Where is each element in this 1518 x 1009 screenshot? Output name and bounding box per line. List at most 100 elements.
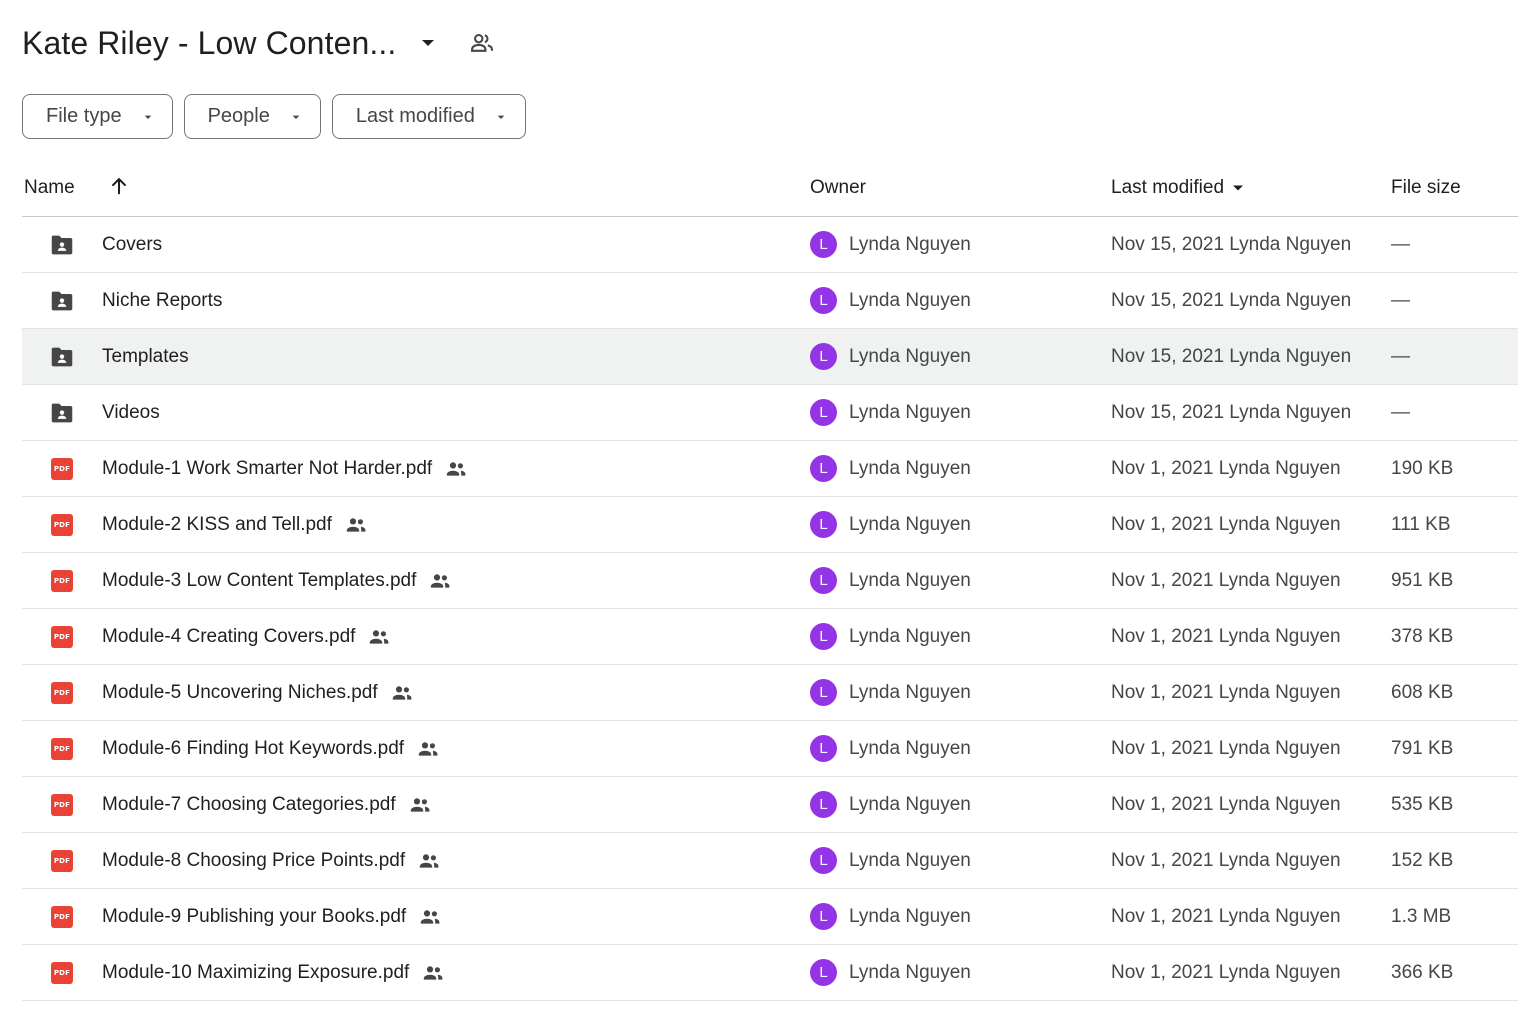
avatar[interactable]: L (810, 791, 837, 818)
file-row[interactable]: PDF Module-3 Low Content Templates.pdf L Ly… (22, 553, 1518, 609)
avatar[interactable]: L (810, 959, 837, 986)
avatar[interactable]: L (810, 847, 837, 874)
avatar[interactable]: L (810, 903, 837, 930)
avatar[interactable]: L (810, 455, 837, 482)
pdf-icon: PDF (48, 609, 76, 664)
avatar[interactable]: L (810, 231, 837, 258)
last-modified-cell: Nov 1, 2021 Lynda Nguyen (1111, 513, 1341, 535)
owner-name: Lynda Nguyen (849, 233, 971, 255)
column-header-last-modified[interactable]: Last modified (1111, 177, 1248, 199)
owner-cell: L Lynda Nguyen (810, 217, 971, 272)
pdf-icon: PDF (48, 553, 76, 608)
pdf-icon: PDF (48, 497, 76, 552)
owner-cell: L Lynda Nguyen (810, 609, 971, 664)
people-outline-icon[interactable] (468, 29, 496, 57)
shared-people-icon (428, 569, 452, 593)
column-header-file-size[interactable]: File size (1391, 177, 1461, 199)
last-modified-cell: Nov 1, 2021 Lynda Nguyen (1111, 961, 1341, 983)
owner-name: Lynda Nguyen (849, 961, 971, 983)
shared-folder-icon (48, 273, 76, 328)
last-modified-cell: Nov 1, 2021 Lynda Nguyen (1111, 625, 1341, 647)
file-row[interactable]: PDF Module-10 Maximizing Exposure.pdf L Lyn… (22, 945, 1518, 1001)
file-name: Covers (102, 233, 163, 255)
people-filter[interactable]: People (183, 94, 321, 139)
avatar[interactable]: L (810, 679, 837, 706)
avatar[interactable]: L (810, 511, 837, 538)
folder-title[interactable]: Kate Riley - Low Conten... (22, 25, 396, 62)
pdf-icon: PDF (48, 945, 76, 1000)
file-name: Module-3 Low Content Templates.pdf (102, 569, 417, 591)
filter-bar: File type People Last modified (22, 94, 537, 139)
shared-people-icon (408, 793, 432, 817)
file-name-cell[interactable]: Module-8 Choosing Price Points.pdf (102, 833, 441, 888)
pdf-icon: PDF (48, 665, 76, 720)
shared-folder-icon (48, 385, 76, 440)
shared-people-icon (421, 961, 445, 985)
file-size-cell: — (1391, 401, 1410, 423)
file-size-cell: 111 KB (1391, 513, 1451, 535)
pdf-icon: PDF (48, 721, 76, 776)
owner-name: Lynda Nguyen (849, 345, 971, 367)
file-name-cell[interactable]: Module-7 Choosing Categories.pdf (102, 777, 432, 832)
file-name-cell[interactable]: Module-9 Publishing your Books.pdf (102, 889, 442, 944)
avatar[interactable]: L (810, 399, 837, 426)
file-name-cell[interactable]: Niche Reports (102, 273, 222, 328)
folder-row[interactable]: Covers L Lynda Nguyen Nov 15, 2021 Lynda Ng… (22, 217, 1518, 273)
sort-ascending-icon[interactable] (108, 175, 130, 197)
folder-header: Kate Riley - Low Conten... (22, 18, 496, 68)
file-row[interactable]: PDF Module-1 Work Smarter Not Harder.pdf L… (22, 441, 1518, 497)
file-name-cell[interactable]: Covers (102, 217, 162, 272)
file-row[interactable]: PDF Module-4 Creating Covers.pdf L Lynda Ng… (22, 609, 1518, 665)
file-row[interactable]: PDF Module-5 Uncovering Niches.pdf L Lynda … (22, 665, 1518, 721)
file-name-cell[interactable]: Module-4 Creating Covers.pdf (102, 609, 391, 664)
arrow-drop-down-icon (1228, 178, 1248, 198)
file-name-cell[interactable]: Module-2 KISS and Tell.pdf (102, 497, 368, 552)
folder-row[interactable]: Templates L Lynda Nguyen Nov 15, 2021 Lynda… (22, 329, 1518, 385)
folder-row[interactable]: Videos L Lynda Nguyen Nov 15, 2021 Lynda Ng… (22, 385, 1518, 441)
file-type-filter[interactable]: File type (22, 94, 173, 139)
pdf-icon: PDF (48, 441, 76, 496)
file-size-cell: 608 KB (1391, 681, 1454, 703)
owner-cell: L Lynda Nguyen (810, 273, 971, 328)
file-name-cell[interactable]: Module-3 Low Content Templates.pdf (102, 553, 452, 608)
last-modified-filter[interactable]: Last modified (331, 94, 526, 139)
avatar[interactable]: L (810, 623, 837, 650)
last-modified-cell: Nov 1, 2021 Lynda Nguyen (1111, 457, 1341, 479)
last-modified-cell: Nov 15, 2021 Lynda Nguyen (1111, 345, 1352, 367)
folder-row[interactable]: Niche Reports L Lynda Nguyen Nov 15, 2021 L… (22, 273, 1518, 329)
owner-cell: L Lynda Nguyen (810, 329, 971, 384)
avatar[interactable]: L (810, 735, 837, 762)
avatar[interactable]: L (810, 287, 837, 314)
file-row[interactable]: PDF Module-9 Publishing your Books.pdf L Ly… (22, 889, 1518, 945)
avatar[interactable]: L (810, 343, 837, 370)
file-name-cell[interactable]: Module-1 Work Smarter Not Harder.pdf (102, 441, 468, 496)
owner-cell: L Lynda Nguyen (810, 721, 971, 776)
file-size-cell: — (1391, 345, 1410, 367)
file-name: Module-8 Choosing Price Points.pdf (102, 849, 406, 871)
file-row[interactable]: PDF Module-8 Choosing Price Points.pdf L Ly… (22, 833, 1518, 889)
file-row[interactable]: PDF Module-6 Finding Hot Keywords.pdf L Lyn… (22, 721, 1518, 777)
file-name-cell[interactable]: Templates (102, 329, 189, 384)
column-header-name[interactable]: Name (24, 177, 75, 199)
arrow-drop-down-icon (140, 109, 156, 125)
arrow-drop-down-icon[interactable] (416, 31, 440, 55)
last-modified-cell: Nov 15, 2021 Lynda Nguyen (1111, 233, 1352, 255)
owner-name: Lynda Nguyen (849, 625, 971, 647)
shared-people-icon (344, 513, 368, 537)
pdf-icon: PDF (48, 889, 76, 944)
filter-label: Last modified (355, 105, 475, 127)
file-name-cell[interactable]: Module-5 Uncovering Niches.pdf (102, 665, 414, 720)
file-row[interactable]: PDF Module-2 KISS and Tell.pdf L Lynda Nguy… (22, 497, 1518, 553)
owner-cell: L Lynda Nguyen (810, 665, 971, 720)
owner-cell: L Lynda Nguyen (810, 777, 971, 832)
file-size-cell: 378 KB (1391, 625, 1454, 647)
last-modified-cell: Nov 15, 2021 Lynda Nguyen (1111, 289, 1352, 311)
file-size-cell: 366 KB (1391, 961, 1454, 983)
column-header-owner[interactable]: Owner (810, 177, 866, 199)
file-name-cell[interactable]: Videos (102, 385, 160, 440)
file-row[interactable]: PDF Module-7 Choosing Categories.pdf L Lynd… (22, 777, 1518, 833)
avatar[interactable]: L (810, 567, 837, 594)
pdf-icon: PDF (48, 777, 76, 832)
file-name-cell[interactable]: Module-6 Finding Hot Keywords.pdf (102, 721, 440, 776)
file-name-cell[interactable]: Module-10 Maximizing Exposure.pdf (102, 945, 445, 1000)
